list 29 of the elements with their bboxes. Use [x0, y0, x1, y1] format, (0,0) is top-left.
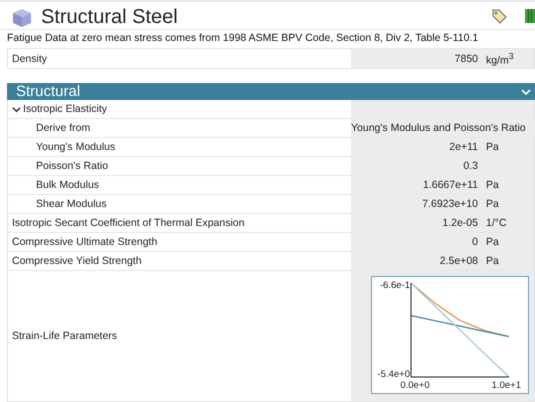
material-description: Fatigue Data at zero mean stress comes from 1998 ASME BPV Code, Section 8, Div 2, Table 5-110.1	[0, 29, 535, 44]
property-unit: Pa	[486, 198, 500, 210]
property-unit: Pa	[486, 236, 500, 248]
y-tick-label: -5.4e+0	[378, 369, 410, 380]
group-title: Isotropic Elasticity	[23, 103, 108, 115]
x-tick-label: 0.0e+0	[400, 380, 430, 391]
books-icon[interactable]	[525, 8, 535, 23]
property-unit: kg/m$^{3}$	[486, 50, 515, 66]
property-value: 2e+11	[448, 141, 479, 153]
chevron-icon[interactable]	[12, 104, 21, 114]
section-header[interactable]: Structural	[7, 83, 535, 100]
property-value: Young's Modulus and Poisson's Ratio	[351, 122, 527, 134]
property-unit: Pa	[486, 255, 500, 267]
property-unit: 1/°C	[486, 217, 508, 229]
property-value: 0.3	[462, 160, 479, 172]
tag-icon[interactable]	[491, 8, 507, 24]
material-title: Structural Steel	[41, 6, 178, 29]
property-value: 0	[471, 236, 479, 248]
property-value: 1.6667e+11	[422, 179, 479, 191]
section-title: Structural	[16, 83, 80, 100]
property-value: 7850	[454, 52, 479, 64]
property-unit: Pa	[486, 141, 500, 153]
property-unit: Pa	[486, 179, 500, 191]
property-value: 7.6923e+10	[421, 198, 479, 210]
x-tick-label: 1.0e+1	[492, 380, 521, 391]
cube-icon	[12, 8, 32, 28]
property-value: 2.5e+08	[438, 255, 479, 267]
y-tick-label: -6.6e-1	[380, 280, 410, 291]
property-value: 1.2e-05	[441, 217, 479, 229]
